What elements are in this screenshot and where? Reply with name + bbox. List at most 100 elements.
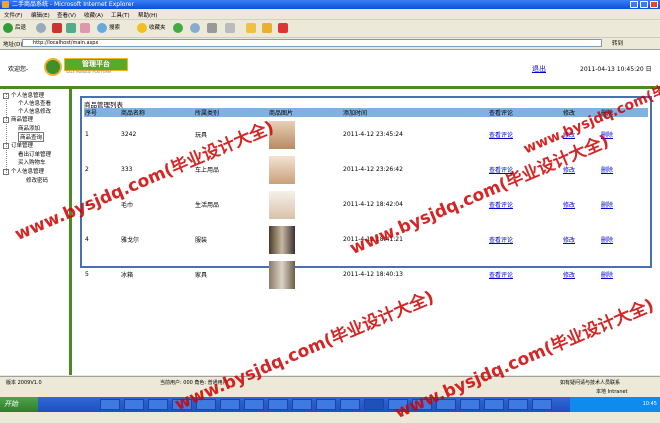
- back-icon[interactable]: [3, 23, 13, 33]
- logo-subtext: SALE MANAGE PLATFORM: [66, 70, 111, 74]
- tree-item-change-password[interactable]: 修改密码: [26, 176, 48, 184]
- product-thumbnail[interactable]: [269, 155, 295, 184]
- messenger-icon[interactable]: [262, 23, 272, 33]
- taskbar-button[interactable]: [532, 399, 552, 410]
- delete-link[interactable]: 删除: [601, 202, 613, 209]
- window-title: 二手商品系统 - Microsoft Internet Explorer: [12, 1, 134, 8]
- delete-link[interactable]: 删除: [601, 272, 613, 279]
- back-button[interactable]: 后退: [15, 23, 26, 31]
- cell-category: 家具: [195, 272, 208, 279]
- menu-bar: 文件(F) 编辑(E) 查看(V) 收藏(A) 工具(T) 帮助(H): [0, 9, 660, 20]
- product-thumbnail[interactable]: [269, 225, 295, 254]
- stop-icon[interactable]: [52, 23, 62, 33]
- menu-favorites[interactable]: 收藏(A): [84, 11, 103, 19]
- delete-link[interactable]: 删除: [601, 167, 613, 174]
- close-button[interactable]: [650, 1, 658, 8]
- tree-group-goods[interactable]: 商品管理: [3, 115, 33, 123]
- table-row: 3 毛巾 生活用品 2011-4-12 18:42:04 查看评论 修改 删除: [84, 187, 648, 222]
- home-icon[interactable]: [80, 23, 90, 33]
- taskbar-button[interactable]: [484, 399, 504, 410]
- view-comments-link[interactable]: 查看评论: [489, 132, 513, 139]
- menu-edit[interactable]: 编辑(E): [31, 11, 50, 19]
- tree-group-personal[interactable]: 个人信息管理: [3, 91, 44, 99]
- tree-item-profile-view[interactable]: 个人信息查看: [18, 99, 51, 107]
- product-thumbnail[interactable]: [269, 190, 295, 219]
- tree-item-sell-orders[interactable]: 看出订单管理: [18, 150, 51, 158]
- view-comments-link[interactable]: 查看评论: [489, 202, 513, 209]
- table-header-row: 序号 商品名称 所属类别 商品图片 添加时间 查看评论 修改 删除: [84, 108, 648, 117]
- taskbar-button[interactable]: [508, 399, 528, 410]
- edit-link[interactable]: 修改: [563, 237, 575, 244]
- zone-text: 本地 Intranet: [596, 389, 628, 395]
- taskbar-button[interactable]: [340, 399, 360, 410]
- tree-group-orders[interactable]: 订单管理: [3, 141, 33, 149]
- go-button[interactable]: 转到: [612, 39, 623, 47]
- cell-delete: 删除: [600, 222, 648, 257]
- search-icon[interactable]: [97, 23, 107, 33]
- logo-emblem-icon: [44, 58, 62, 76]
- product-thumbnail[interactable]: [269, 260, 295, 289]
- taskbar-button[interactable]: [148, 399, 168, 410]
- folder-icon[interactable]: [246, 23, 256, 33]
- taskbar-button[interactable]: [124, 399, 144, 410]
- media-icon[interactable]: [173, 23, 183, 33]
- tree-group-label: 商品管理: [11, 117, 34, 123]
- tree-group-label: 订单管理: [11, 143, 34, 149]
- clock: 10:45: [642, 401, 657, 407]
- cell-view: 查看评论: [488, 222, 562, 257]
- mail-icon[interactable]: [190, 23, 200, 33]
- cell-image: [268, 117, 342, 152]
- maximize-button[interactable]: [640, 1, 648, 8]
- address-input[interactable]: http://localhost/main.aspx: [22, 39, 602, 47]
- cell-no: 4: [85, 236, 89, 243]
- cell-no: 1: [85, 131, 89, 138]
- menu-tools[interactable]: 工具(T): [111, 11, 130, 19]
- taskbar-button[interactable]: [292, 399, 312, 410]
- forward-icon[interactable]: [36, 23, 46, 33]
- taskbar-button[interactable]: [100, 399, 120, 410]
- delete-link[interactable]: 删除: [601, 237, 613, 244]
- menu-file[interactable]: 文件(F): [4, 11, 22, 19]
- research-icon[interactable]: [278, 23, 288, 33]
- menu-view[interactable]: 查看(V): [57, 11, 76, 19]
- collapse-icon[interactable]: [3, 168, 9, 175]
- browser-status-bar: 本地 Intranet: [0, 386, 660, 397]
- logout-link[interactable]: 退出: [532, 64, 546, 74]
- collapse-icon[interactable]: [3, 142, 9, 149]
- tree-item-goods-add[interactable]: 商品添加: [18, 124, 40, 132]
- taskbar-button[interactable]: [268, 399, 288, 410]
- col-header-view: 查看评论: [488, 108, 562, 117]
- menu-help[interactable]: 帮助(H): [138, 11, 157, 19]
- welcome-text: 欢迎您-: [8, 66, 29, 73]
- taskbar-button[interactable]: [460, 399, 480, 410]
- tree-group-account[interactable]: 个人信息管理: [3, 167, 44, 175]
- edit-link[interactable]: 修改: [563, 202, 575, 209]
- tree-item-profile-edit[interactable]: 个人信息修改: [18, 107, 51, 115]
- view-comments-link[interactable]: 查看评论: [489, 237, 513, 244]
- favorites-button[interactable]: 收藏夹: [149, 23, 166, 31]
- edit-link[interactable]: 修改: [563, 272, 575, 279]
- taskbar-button-active[interactable]: [364, 399, 384, 410]
- col-header-image: 商品图片: [268, 108, 342, 117]
- cell-image: [268, 222, 342, 257]
- taskbar-button[interactable]: [244, 399, 264, 410]
- taskbar-button[interactable]: [220, 399, 240, 410]
- start-button[interactable]: 开始: [0, 397, 38, 412]
- favorites-icon[interactable]: [137, 23, 147, 33]
- collapse-icon[interactable]: [3, 92, 9, 99]
- view-comments-link[interactable]: 查看评论: [489, 272, 513, 279]
- edit-icon[interactable]: [225, 23, 235, 33]
- tree-item-cart[interactable]: 买入购物车: [18, 158, 46, 166]
- contact-text: 如有疑问请与技术人员联系: [560, 380, 621, 386]
- cell-category: 服装: [195, 237, 208, 244]
- print-icon[interactable]: [207, 23, 217, 33]
- cell-time: 2011-4-12 23:26:42: [343, 166, 403, 173]
- minimize-button[interactable]: [630, 1, 638, 8]
- address-bar: 地址(D) http://localhost/main.aspx 转到: [0, 38, 660, 50]
- search-button[interactable]: 搜索: [109, 23, 120, 31]
- refresh-icon[interactable]: [66, 23, 76, 33]
- cell-category: 生活用品: [195, 202, 220, 209]
- collapse-icon[interactable]: [3, 116, 9, 123]
- taskbar-button[interactable]: [316, 399, 336, 410]
- table-row: 5 冰箱 家具 2011-4-12 18:40:13 查看评论 修改 删除: [84, 257, 648, 292]
